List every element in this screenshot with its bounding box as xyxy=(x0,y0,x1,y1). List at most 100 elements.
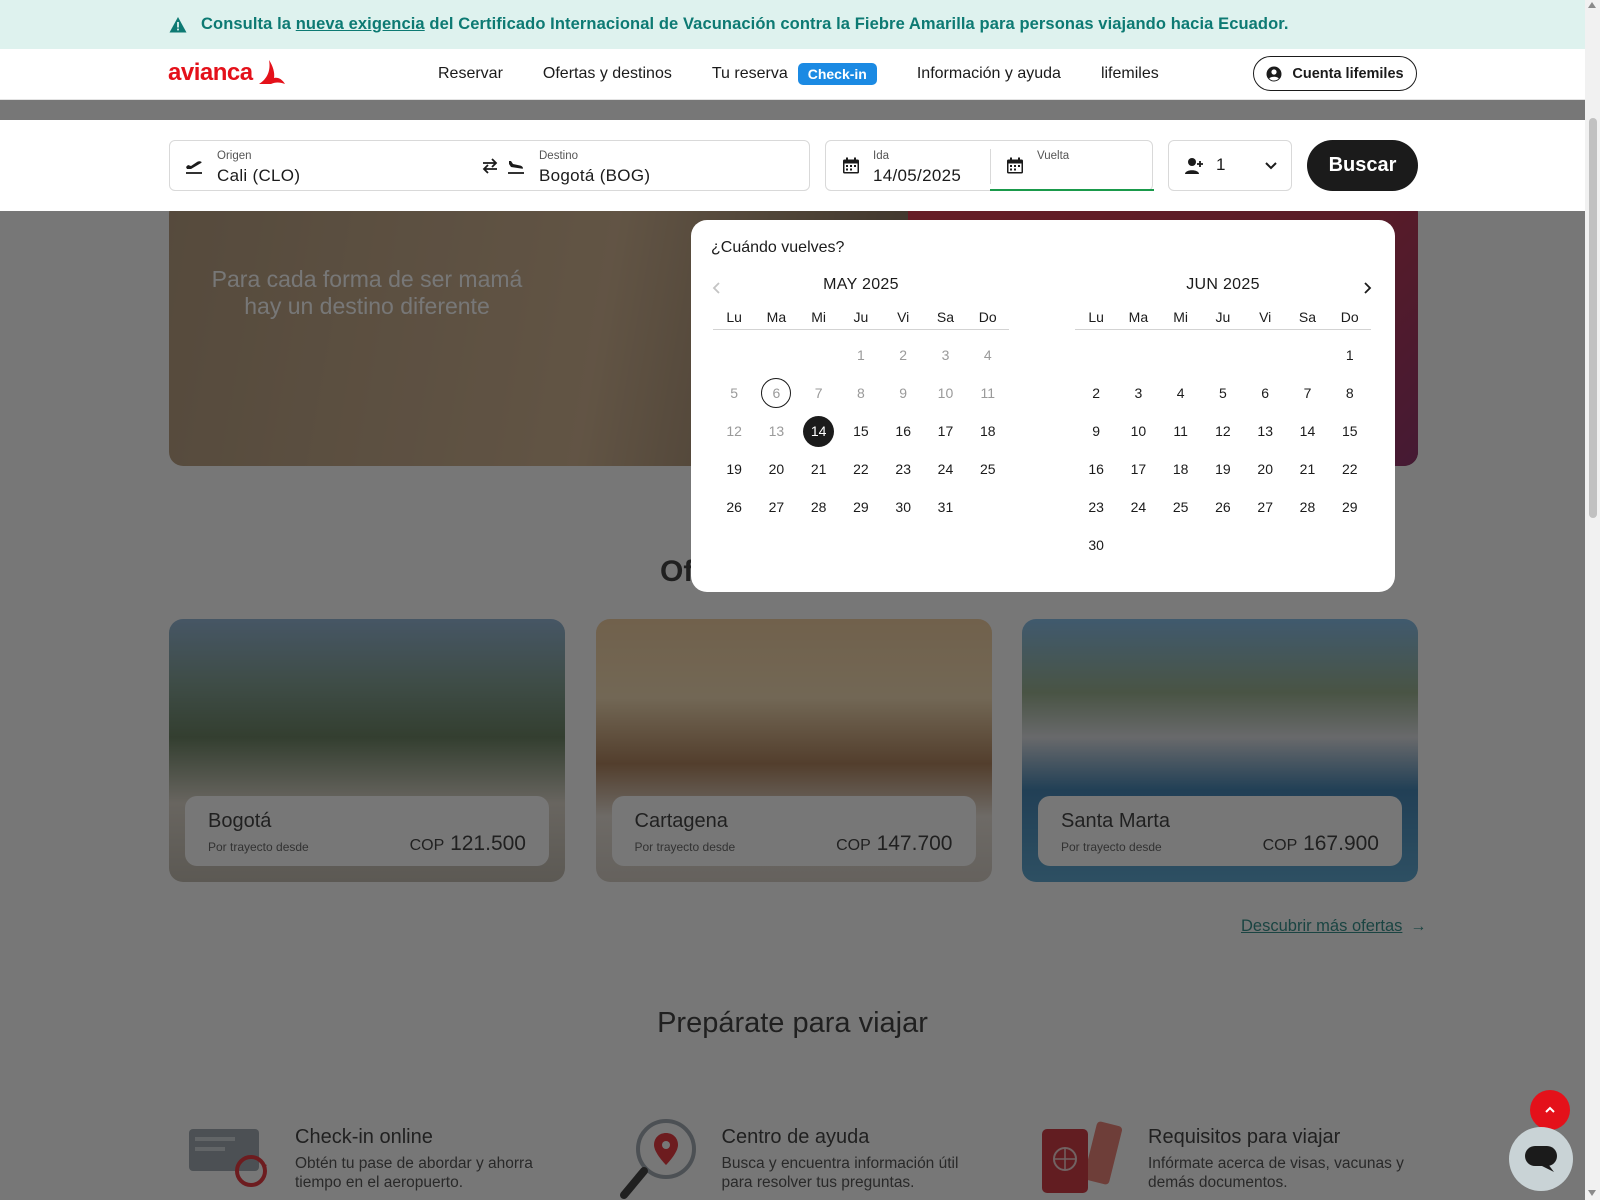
weekday-label: Mi xyxy=(1173,308,1189,325)
search-button[interactable]: Buscar xyxy=(1307,140,1418,191)
boarding-pass-icon xyxy=(189,1129,267,1187)
user-circle-icon xyxy=(1266,66,1282,82)
weekday-label: Mi xyxy=(811,308,827,325)
calendar-day[interactable]: 23 xyxy=(1075,488,1117,526)
month-may: MAY 2025 Lu Ma Mi Ju Vi Sa Do 1234567891… xyxy=(713,276,1009,526)
calendar-day[interactable]: 6 xyxy=(1244,374,1286,412)
calendar-day[interactable]: 18 xyxy=(1160,450,1202,488)
weekday-label: Ju xyxy=(853,308,869,325)
calendar-day[interactable]: 20 xyxy=(755,450,797,488)
calendar-day-selected[interactable]: 14 xyxy=(798,412,840,450)
avianca-logo[interactable]: avianca xyxy=(168,57,287,89)
scroll-up-arrow[interactable] xyxy=(1588,2,1596,8)
month-title: JUN 2025 xyxy=(1186,276,1260,293)
calendar-day[interactable]: 27 xyxy=(1244,488,1286,526)
calendar-day[interactable]: 10 xyxy=(1117,412,1159,450)
calendar-day[interactable]: 24 xyxy=(924,450,966,488)
offer-price: COP 147.700 xyxy=(836,832,953,855)
offer-city: Santa Marta xyxy=(1061,810,1170,832)
calendar-day: 9 xyxy=(899,385,908,401)
offer-card-cartagena[interactable]: Cartagena Por trayecto desde COP 147.700 xyxy=(595,619,992,882)
nav-item-tu-reserva-label: Tu reserva xyxy=(711,65,788,82)
departure-date-field[interactable]: 14/05/2025 xyxy=(873,166,961,186)
calendar-day[interactable]: 4 xyxy=(1160,374,1202,412)
checkin-badge[interactable]: Check-in xyxy=(797,63,877,85)
calendar-day[interactable]: 21 xyxy=(798,450,840,488)
scroll-thumb[interactable] xyxy=(1589,118,1597,518)
calendar-day[interactable]: 30 xyxy=(1075,526,1117,564)
calendar-day[interactable]: 1 xyxy=(1329,336,1371,374)
calendar-day[interactable]: 25 xyxy=(967,450,1009,488)
calendar-day[interactable]: 23 xyxy=(882,450,924,488)
account-lifemiles-button[interactable]: Cuenta lifemiles xyxy=(1253,56,1417,91)
calendar-day[interactable]: 3 xyxy=(1117,374,1159,412)
nav-item-tu-reserva[interactable]: Tu reserva Check-in xyxy=(712,63,877,85)
nav-item-informacion[interactable]: Información y ayuda xyxy=(917,65,1061,83)
destination-field[interactable]: Bogotá (BOG) xyxy=(539,166,650,186)
return-date-label: Vuelta xyxy=(1037,150,1070,162)
calendar-day[interactable]: 27 xyxy=(755,488,797,526)
calendar-day[interactable]: 14 xyxy=(1286,412,1328,450)
calendar-day[interactable]: 19 xyxy=(1202,450,1244,488)
bird-logo-icon xyxy=(258,60,285,84)
nav-item-lifemiles[interactable]: lifemiles xyxy=(1101,65,1159,83)
calendar-day[interactable]: 13 xyxy=(1244,412,1286,450)
prepare-card-requirements[interactable]: Requisitos para viajar Infórmate acerca … xyxy=(1022,1079,1418,1200)
return-date-calendar: ¿Cuándo vuelves? MAY 2025 Lu Ma Mi Ju Vi… xyxy=(691,220,1395,592)
more-offers-link[interactable]: Descubrir más ofertas → xyxy=(1241,917,1426,936)
calendar-day: 1 xyxy=(857,347,865,363)
page-scrollbar[interactable] xyxy=(1585,0,1600,1200)
calendar-day[interactable]: 7 xyxy=(1286,374,1328,412)
calendar-day[interactable]: 20 xyxy=(1244,450,1286,488)
prepare-card-title: Check-in online xyxy=(295,1126,433,1148)
arrow-right-icon: → xyxy=(1410,917,1427,935)
calendar-day[interactable]: 16 xyxy=(1075,450,1117,488)
calendar-day[interactable]: 16 xyxy=(882,412,924,450)
nav-menu: Reservar Ofertas y destinos Tu reserva C… xyxy=(438,49,1199,99)
calendar-day[interactable]: 31 xyxy=(924,488,966,526)
calendar-icon xyxy=(842,157,862,177)
alert-link[interactable]: nueva exigencia xyxy=(296,15,425,33)
scroll-down-arrow[interactable] xyxy=(1588,1190,1596,1196)
prepare-card-help[interactable]: Centro de ayuda Busca y encuentra inform… xyxy=(595,1079,992,1200)
calendar-day[interactable]: 29 xyxy=(840,488,882,526)
nav-item-reservar[interactable]: Reservar xyxy=(438,65,503,83)
calendar-day: 13 xyxy=(768,423,785,439)
calendar-day[interactable]: 2 xyxy=(1075,374,1117,412)
scroll-to-top-button[interactable] xyxy=(1530,1090,1570,1130)
swap-arrows-icon[interactable] xyxy=(480,156,500,176)
calendar-day[interactable]: 25 xyxy=(1160,488,1202,526)
calendar-day[interactable]: 5 xyxy=(1202,374,1244,412)
calendar-day[interactable]: 18 xyxy=(967,412,1009,450)
calendar-day[interactable]: 28 xyxy=(1286,488,1328,526)
origin-field[interactable]: Cali (CLO) xyxy=(217,166,300,186)
calendar-day[interactable]: 9 xyxy=(1075,412,1117,450)
passengers-selector[interactable]: 1 xyxy=(1168,140,1292,191)
calendar-day[interactable]: 22 xyxy=(840,450,882,488)
calendar-day[interactable]: 15 xyxy=(840,412,882,450)
weekday-header: Lu Ma Mi Ju Vi Sa Do xyxy=(713,304,1009,330)
calendar-day[interactable]: 19 xyxy=(713,450,755,488)
calendar-day[interactable]: 17 xyxy=(1117,450,1159,488)
chat-button[interactable] xyxy=(1509,1127,1573,1191)
calendar-day[interactable]: 28 xyxy=(798,488,840,526)
calendar-day[interactable]: 26 xyxy=(1202,488,1244,526)
calendar-day: 11 xyxy=(980,385,995,401)
offer-card-santa-marta[interactable]: Santa Marta Por trayecto desde COP 167.9… xyxy=(1022,619,1418,882)
calendar-day: 2 xyxy=(899,347,908,363)
calendar-day[interactable]: 12 xyxy=(1202,412,1244,450)
nav-item-ofertas[interactable]: Ofertas y destinos xyxy=(543,65,672,83)
offer-card-bogota[interactable]: Bogotá Por trayecto desde COP 121.500 xyxy=(169,619,565,882)
calendar-day[interactable]: 8 xyxy=(1329,374,1371,412)
more-offers-label: Descubrir más ofertas xyxy=(1241,917,1403,935)
calendar-day[interactable]: 17 xyxy=(924,412,966,450)
calendar-day[interactable]: 11 xyxy=(1160,412,1202,450)
calendar-day[interactable]: 15 xyxy=(1329,412,1371,450)
calendar-day[interactable]: 21 xyxy=(1286,450,1328,488)
calendar-day[interactable]: 30 xyxy=(882,488,924,526)
calendar-day[interactable]: 22 xyxy=(1329,450,1371,488)
calendar-day[interactable]: 26 xyxy=(713,488,755,526)
calendar-day[interactable]: 24 xyxy=(1117,488,1159,526)
prepare-card-checkin[interactable]: Check-in online Obtén tu pase de abordar… xyxy=(169,1079,565,1200)
calendar-day[interactable]: 29 xyxy=(1329,488,1371,526)
